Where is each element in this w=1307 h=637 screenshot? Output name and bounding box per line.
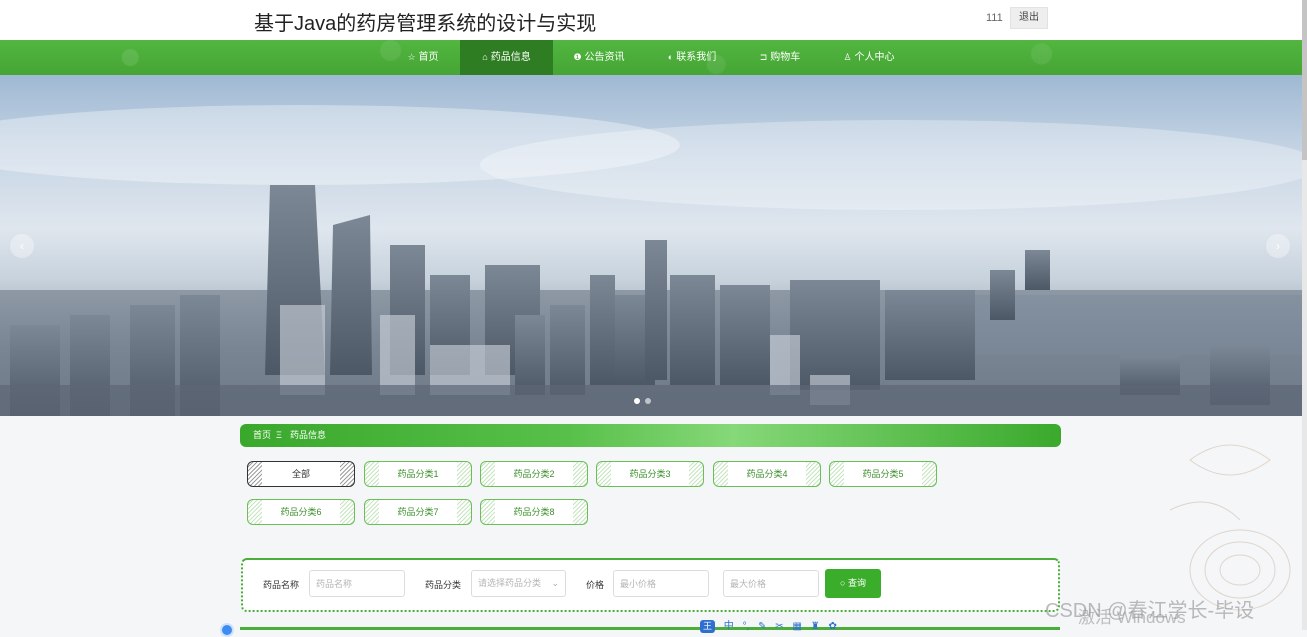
scrollbar-thumb[interactable] xyxy=(1302,0,1307,160)
max-price-input[interactable] xyxy=(723,570,819,597)
nav-item-announcements[interactable]: ❶ 公告资讯 xyxy=(562,40,636,75)
phone-icon: ◐ xyxy=(667,52,674,62)
breadcrumb-home-link[interactable]: 首页 xyxy=(253,424,271,447)
nav-item-cart[interactable]: ⊐ 购物车 xyxy=(749,40,811,75)
nav-label: 个人中心 xyxy=(854,52,895,63)
drug-name-input[interactable] xyxy=(309,570,405,597)
nav-item-home[interactable]: ☆ 首页 xyxy=(394,40,452,75)
select-placeholder: 请选择药品分类 xyxy=(478,578,542,588)
drug-name-label: 药品名称 xyxy=(263,580,300,590)
ime-mode-button[interactable]: 中 xyxy=(724,621,734,632)
category-chip[interactable]: 药品分类3 xyxy=(596,461,704,487)
scissors-icon[interactable]: ✂ xyxy=(775,621,783,632)
category-chip[interactable]: 药品分类6 xyxy=(247,499,355,525)
carousel-prev-button[interactable]: ‹ xyxy=(10,234,34,258)
skin-icon[interactable]: ♜ xyxy=(811,621,820,632)
category-chip-all[interactable]: 全部 xyxy=(247,461,355,487)
nav-label: 联系我们 xyxy=(676,52,717,63)
drug-category-label: 药品分类 xyxy=(425,580,462,590)
banner-carousel[interactable]: ‹ › xyxy=(0,75,1302,416)
cart-icon: ⊐ xyxy=(759,52,768,62)
site-title: 基于Java的药房管理系统的设计与实现 xyxy=(254,13,597,35)
breadcrumb: 首页 Ξ 药品信息 xyxy=(240,424,1061,447)
nav-item-contact[interactable]: ◐ 联系我们 xyxy=(655,40,729,75)
pen-icon[interactable]: ✎ xyxy=(758,621,766,632)
category-chip[interactable]: 药品分类7 xyxy=(364,499,472,525)
nav-label: 购物车 xyxy=(770,52,801,63)
breadcrumb-separator-icon: Ξ xyxy=(276,430,282,440)
search-icon: ○ xyxy=(840,578,846,588)
ime-toolbar: 王 中 °, ✎ ✂ ▦ ♜ ✿ xyxy=(700,617,843,633)
nav-label: 药品信息 xyxy=(490,52,531,63)
category-chip[interactable]: 药品分类2 xyxy=(480,461,588,487)
csdn-watermark: CSDN @春江学长-毕设 xyxy=(1045,600,1255,622)
floating-assistant-button[interactable] xyxy=(220,623,234,637)
carousel-dot[interactable] xyxy=(645,398,651,404)
breadcrumb-current: 药品信息 xyxy=(290,430,327,440)
nav-item-drug-info[interactable]: ⌂ 药品信息 xyxy=(460,40,553,75)
star-icon: ☆ xyxy=(407,52,416,62)
ime-punct-button[interactable]: °, xyxy=(743,621,750,632)
nav-label: 公告资讯 xyxy=(584,52,625,63)
settings-icon[interactable]: ✿ xyxy=(828,621,836,632)
chevron-down-icon: ⌄ xyxy=(551,578,559,588)
price-label: 价格 xyxy=(586,580,605,590)
main-nav: ☆ 首页 ⌂ 药品信息 ❶ 公告资讯 ◐ 联系我们 ⊐ 购物车 ♙ 个人中心 xyxy=(0,40,1302,75)
query-button[interactable]: ○ 查询 xyxy=(825,569,881,598)
carousel-dot[interactable] xyxy=(634,398,640,404)
query-label: 查询 xyxy=(847,578,866,588)
top-header: 基于Java的药房管理系统的设计与实现 111 退出 xyxy=(0,0,1307,40)
nav-label: 首页 xyxy=(418,52,439,63)
user-icon: ♙ xyxy=(843,52,852,62)
category-chip[interactable]: 药品分类1 xyxy=(364,461,472,487)
grid-icon[interactable]: ▦ xyxy=(792,621,801,632)
username: 111 xyxy=(986,12,1003,24)
category-chip[interactable]: 药品分类8 xyxy=(480,499,588,525)
chevron-left-icon: ‹ xyxy=(20,239,24,253)
ime-logo-icon[interactable]: 王 xyxy=(700,620,715,633)
logout-button[interactable]: 退出 xyxy=(1010,7,1048,29)
chevron-right-icon: › xyxy=(1276,239,1280,253)
category-chip[interactable]: 药品分类5 xyxy=(829,461,937,487)
search-panel: 药品名称 药品分类 请选择药品分类 ⌄ 价格 ○ 查询 xyxy=(241,558,1060,612)
category-chip[interactable]: 药品分类4 xyxy=(713,461,821,487)
carousel-next-button[interactable]: › xyxy=(1266,234,1290,258)
drug-category-select[interactable]: 请选择药品分类 ⌄ xyxy=(471,570,566,597)
min-price-input[interactable] xyxy=(613,570,709,597)
city-skyline-image xyxy=(0,105,1302,416)
nav-item-profile[interactable]: ♙ 个人中心 xyxy=(832,40,906,75)
bag-icon: ⌂ xyxy=(482,52,488,62)
info-icon: ❶ xyxy=(573,52,582,62)
